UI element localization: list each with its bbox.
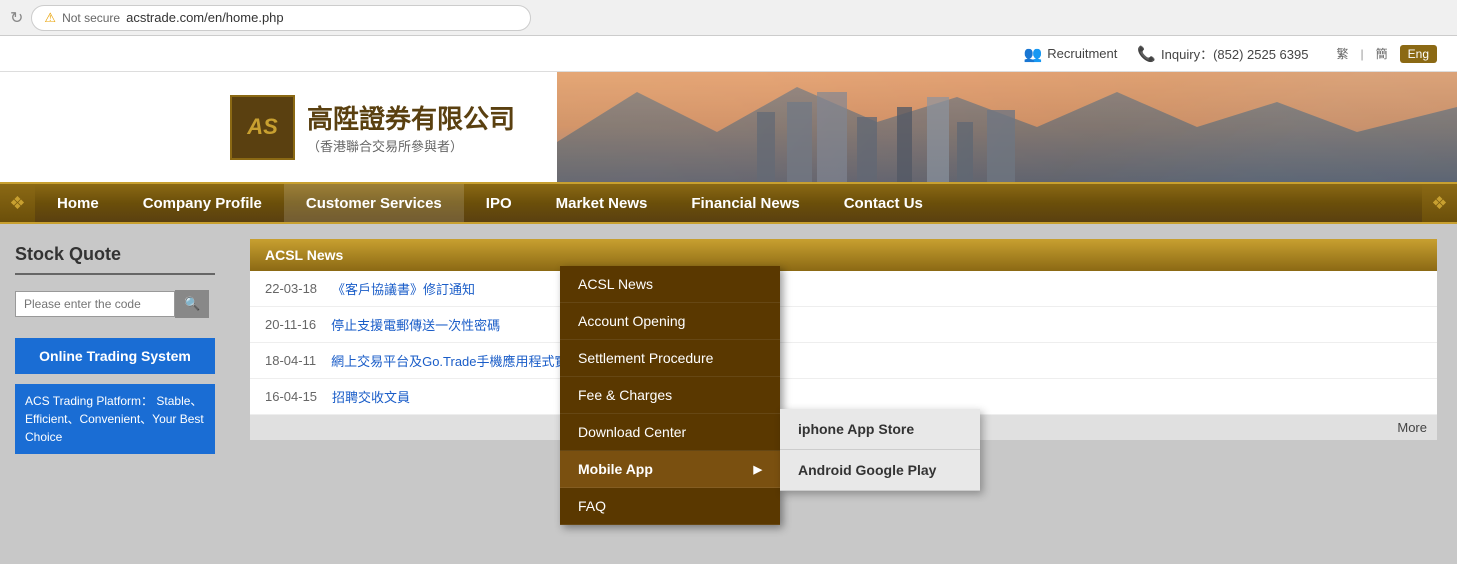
dropdown-mobile-app[interactable]: Mobile App ▶	[560, 451, 780, 488]
nav-financial-news-label: Financial News	[691, 195, 799, 212]
news-date-3: 18-04-11	[265, 353, 316, 368]
sub-menu-android-label: Android Google Play	[798, 462, 936, 478]
nav-home-label: Home	[57, 195, 99, 212]
news-link-4[interactable]: 招聘交收文員	[332, 387, 410, 406]
dropdown-account-opening-label: Account Opening	[578, 313, 685, 329]
nav-pattern-left: ❖	[9, 193, 25, 214]
logo-box: AS	[230, 95, 295, 160]
recruitment-icon: 👥	[1024, 45, 1043, 63]
nav-ipo[interactable]: IPO	[464, 184, 534, 222]
phone-icon: 📞	[1137, 45, 1156, 63]
site-header: AS 高陞證券有限公司 （香港聯合交易所參與者）	[0, 72, 1457, 182]
nav-home[interactable]: Home	[35, 184, 121, 222]
back-icon[interactable]: ↻	[10, 8, 23, 28]
lang-en-button[interactable]: Eng	[1400, 45, 1437, 63]
recruitment-label: Recruitment	[1047, 46, 1117, 61]
sub-menu-android[interactable]: Android Google Play	[780, 450, 980, 491]
inquiry-item: 📞 Inquiry：(852) 2525 6395	[1137, 44, 1308, 63]
logo-area: AS 高陞證券有限公司 （香港聯合交易所參與者）	[230, 95, 515, 160]
online-trading-button[interactable]: Online Trading System	[15, 338, 215, 374]
nav-customer-services[interactable]: Customer Services	[284, 184, 464, 222]
lang-sep: |	[1361, 47, 1364, 61]
company-sub-cn: （香港聯合交易所參與者）	[307, 136, 515, 155]
nav-contact-us[interactable]: Contact Us	[822, 184, 945, 222]
dropdown-fee-charges-label: Fee & Charges	[578, 387, 672, 403]
nav-pattern-right: ❖	[1431, 193, 1447, 214]
url-display: acstrade.com/en/home.php	[126, 10, 284, 25]
nav-company-profile[interactable]: Company Profile	[121, 184, 284, 222]
sub-menu-iphone[interactable]: iphone App Store	[780, 409, 980, 450]
dropdown-download-center-label: Download Center	[578, 424, 686, 440]
dropdown-settlement-procedure-label: Settlement Procedure	[578, 350, 713, 366]
nav-customer-services-label: Customer Services	[306, 195, 442, 212]
dropdown-settlement-procedure[interactable]: Settlement Procedure	[560, 340, 780, 377]
dropdown-acsl-news-label: ACSL News	[578, 276, 653, 292]
dropdown-acsl-news[interactable]: ACSL News	[560, 266, 780, 303]
nav-ipo-label: IPO	[486, 195, 512, 212]
news-link-2[interactable]: 停止支援電郵傳送一次性密碼	[331, 315, 500, 334]
nav-market-news-label: Market News	[556, 195, 648, 212]
sub-menu-panel: iphone App Store Android Google Play	[780, 409, 980, 491]
stock-quote-title: Stock Quote	[15, 244, 215, 275]
nav-company-profile-label: Company Profile	[143, 195, 262, 212]
recruitment-item[interactable]: 👥 Recruitment	[1024, 45, 1118, 63]
logo-letters: AS	[247, 114, 278, 140]
nav-contact-us-label: Contact Us	[844, 195, 923, 212]
nav-financial-news[interactable]: Financial News	[669, 184, 821, 222]
logo-text: 高陞證券有限公司 （香港聯合交易所參與者）	[307, 99, 515, 155]
news-date-2: 20-11-16	[265, 317, 316, 332]
nav-bar: ❖ Home Company Profile Customer Services…	[0, 182, 1457, 224]
dropdown-mobile-app-label: Mobile App	[578, 461, 653, 477]
sub-menu-iphone-label: iphone App Store	[798, 421, 914, 437]
news-date-1: 22-03-18	[265, 281, 317, 296]
nav-deco-right: ❖	[1422, 184, 1457, 222]
top-bar: 👥 Recruitment 📞 Inquiry：(852) 2525 6395 …	[0, 36, 1457, 72]
not-secure-label: Not secure	[62, 11, 120, 25]
dropdown-faq[interactable]: FAQ	[560, 488, 780, 525]
dropdown-mobile-app-arrow: ▶	[754, 463, 762, 476]
stock-search-button[interactable]: 🔍	[175, 290, 209, 318]
lang-tc-button[interactable]: 繁	[1328, 43, 1356, 64]
news-date-4: 16-04-15	[265, 389, 317, 404]
warning-icon: ⚠	[44, 10, 56, 26]
acs-platform-text: ACS Trading Platform： Stable、Efficient、C…	[15, 384, 215, 454]
dropdown-account-opening[interactable]: Account Opening	[560, 303, 780, 340]
nav-market-news[interactable]: Market News	[534, 184, 670, 222]
nav-deco-left: ❖	[0, 184, 35, 222]
inquiry-label: Inquiry：(852) 2525 6395	[1161, 44, 1308, 63]
header-bg-image	[557, 72, 1457, 182]
news-link-1[interactable]: 《客戶協議書》修訂通知	[332, 279, 475, 298]
dropdown-main-panel: ACSL News Account Opening Settlement Pro…	[560, 266, 780, 525]
lang-sc-button[interactable]: 簡	[1368, 43, 1396, 64]
dropdown-download-center[interactable]: Download Center	[560, 414, 780, 451]
company-name-cn: 高陞證券有限公司	[307, 99, 515, 136]
stock-input-row: 🔍	[15, 290, 215, 318]
dropdown-faq-label: FAQ	[578, 498, 606, 514]
left-panel: Stock Quote 🔍 Online Trading System ACS …	[0, 224, 230, 564]
dropdown-fee-charges[interactable]: Fee & Charges	[560, 377, 780, 414]
stock-input[interactable]	[15, 291, 175, 317]
